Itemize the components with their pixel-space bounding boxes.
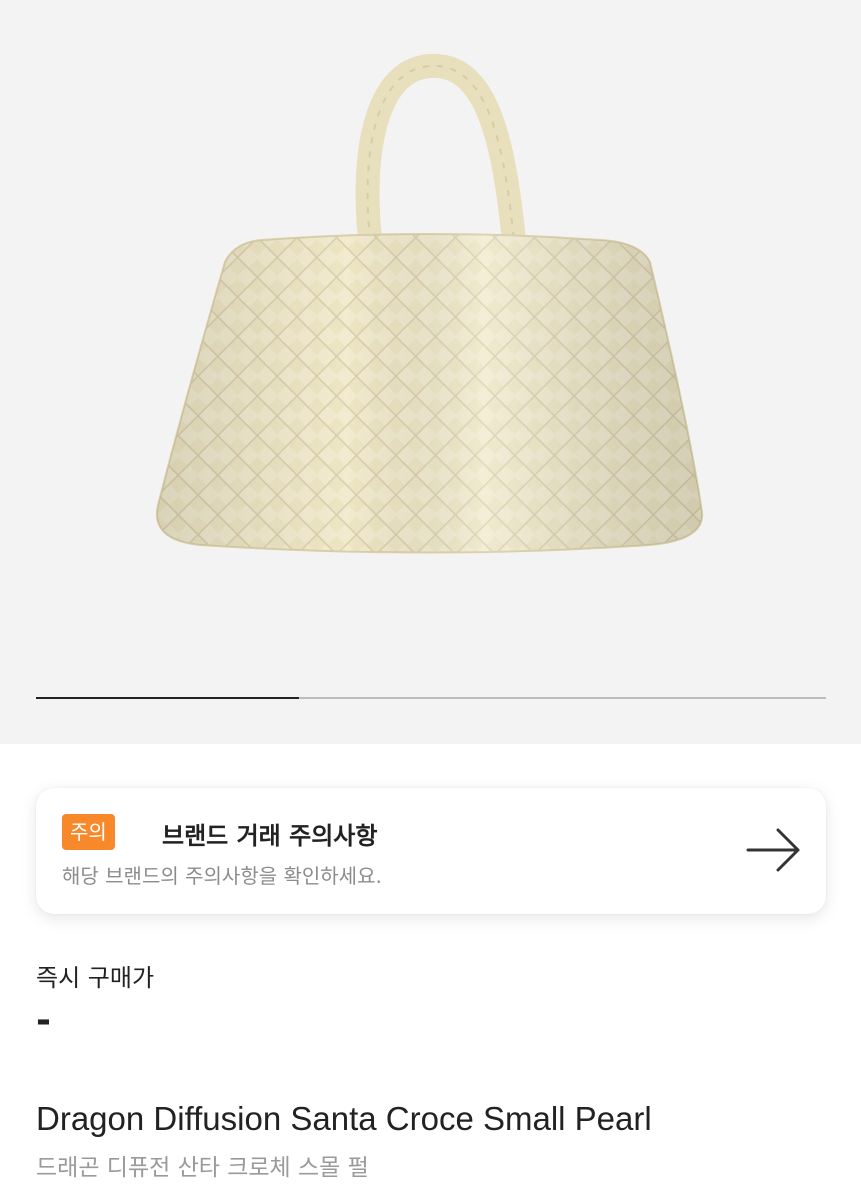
notice-description: 해당 브랜드의 주의사항을 확인하세요. (62, 864, 382, 888)
product-image[interactable] (0, 0, 861, 690)
notice-title: 브랜드 거래 주의사항 (162, 822, 378, 850)
product-name-english: Dragon Diffusion Santa Croce Small Pearl (36, 1100, 652, 1137)
product-name-korean: 드래곤 디퓨전 산타 크로체 스몰 펄 (36, 1155, 369, 1181)
brand-notice-card[interactable]: 주의 브랜드 거래 주의사항 해당 브랜드의 주의사항을 확인하세요. (36, 788, 826, 914)
gallery-progress-bar (36, 697, 826, 699)
instant-buy-price-value: - (36, 1000, 51, 1041)
instant-buy-price-label: 즉시 구매가 (36, 964, 155, 992)
gallery-progress-fill (36, 697, 300, 699)
product-detail-page: 주의 브랜드 거래 주의사항 해당 브랜드의 주의사항을 확인하세요. 즉시 구… (0, 0, 861, 1200)
caution-badge: 주의 (62, 814, 115, 850)
product-image-gallery[interactable] (0, 0, 861, 744)
arrow-right-icon[interactable] (746, 826, 802, 874)
